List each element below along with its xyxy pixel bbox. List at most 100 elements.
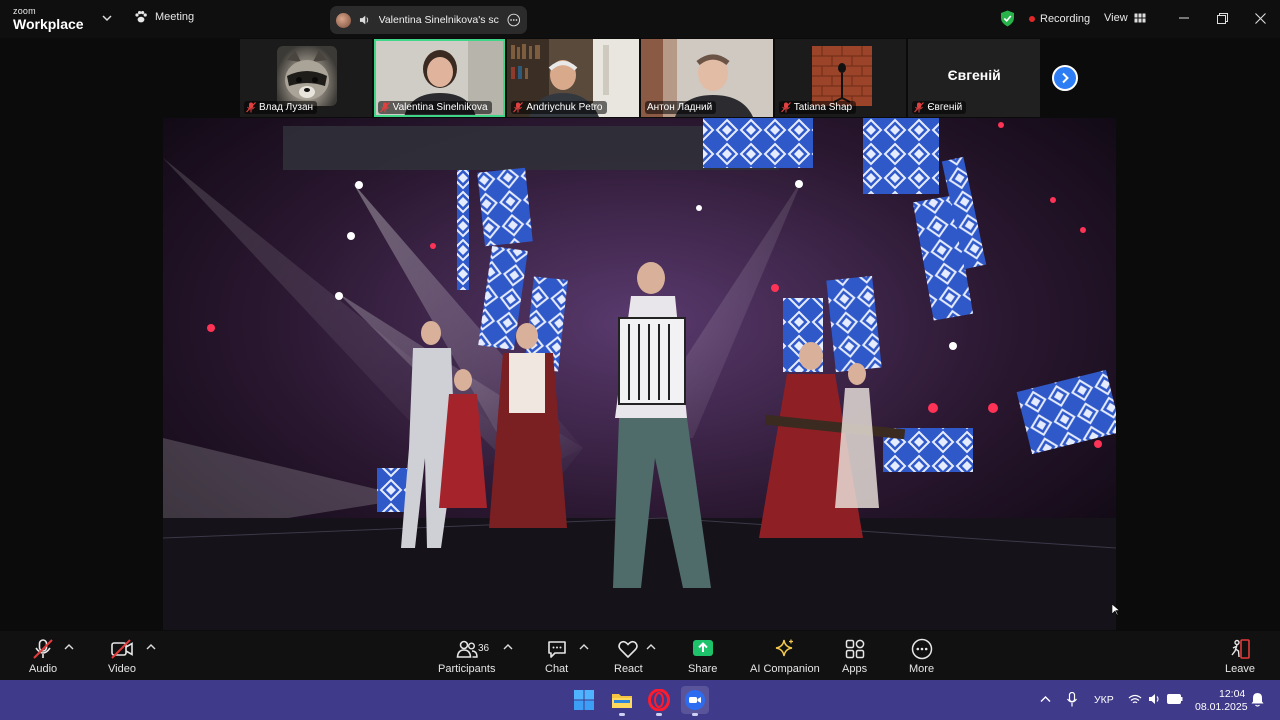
mic-muted-icon: [513, 102, 524, 113]
react-label: React: [614, 663, 643, 675]
notification-bell-icon[interactable]: [1251, 692, 1264, 707]
mic-muted-icon: [379, 102, 390, 113]
more-options-icon[interactable]: [507, 13, 521, 27]
battery-icon[interactable]: [1167, 694, 1183, 704]
raccoon-avatar: [277, 46, 337, 106]
running-indicator: [619, 713, 625, 716]
brand-big: Workplace: [13, 16, 84, 32]
running-indicator: [692, 713, 698, 716]
close-button[interactable]: [1250, 9, 1270, 27]
leave-label: Leave: [1225, 663, 1255, 675]
chat-options-caret-icon[interactable]: [579, 643, 589, 651]
participant-tile-active[interactable]: Valentina Sinelnikova: [373, 39, 506, 117]
next-page-button[interactable]: [1052, 65, 1078, 91]
wifi-icon[interactable]: [1128, 694, 1142, 705]
recording-indicator[interactable]: Recording: [1029, 13, 1090, 25]
audio-label: Audio: [29, 663, 58, 675]
microphone-stand-icon: [811, 46, 872, 106]
paw-icon: [135, 11, 147, 23]
minimize-button[interactable]: [1174, 9, 1194, 27]
chat-icon: [547, 641, 566, 658]
opera-app[interactable]: [645, 686, 673, 716]
zoom-icon: [685, 690, 705, 710]
participants-icon: [456, 640, 478, 658]
shared-screen-content: [163, 118, 1116, 630]
more-icon: [911, 638, 932, 660]
participant-name-tag: Євгеній: [912, 101, 967, 114]
restore-icon: [1216, 12, 1228, 24]
video-button[interactable]: Video: [108, 638, 136, 675]
share-label: Share: [688, 663, 718, 675]
apps-label: Apps: [842, 663, 868, 675]
video-off-icon: [111, 639, 133, 659]
participant-tile[interactable]: Tatiana Shap: [774, 39, 907, 117]
clock-date[interactable]: 08.01.2025: [1195, 701, 1248, 713]
microphone-tray-icon[interactable]: [1067, 692, 1077, 707]
participant-name-tag: Влад Лузан: [244, 101, 318, 114]
participants-options-caret-icon[interactable]: [503, 643, 513, 651]
zoom-app[interactable]: [681, 686, 709, 716]
title-bar: zoom Workplace Meeting Valentina Sinelni…: [0, 0, 1280, 38]
grid-view-icon: [1134, 13, 1146, 23]
raccoon-icon: [285, 50, 329, 100]
more-label: More: [909, 663, 935, 675]
sharer-avatar: [336, 12, 351, 28]
restore-button[interactable]: [1212, 9, 1232, 27]
participant-display-name: Євгеній: [947, 67, 1001, 83]
meeting-info-button[interactable]: Meeting: [134, 10, 194, 24]
shared-screen[interactable]: [163, 118, 1116, 630]
ai-companion-button[interactable]: AI Companion: [750, 638, 820, 675]
opera-icon: [648, 689, 670, 711]
folder-icon: [612, 694, 632, 708]
react-options-caret-icon[interactable]: [646, 643, 656, 651]
minimize-icon: [1179, 17, 1189, 19]
view-label: View: [1104, 12, 1128, 24]
mic-muted-icon: [914, 102, 925, 113]
start-button[interactable]: [570, 686, 598, 714]
chevron-right-icon: [1062, 72, 1069, 84]
audio-options-caret-icon[interactable]: [64, 643, 74, 651]
participant-tile[interactable]: Andriychuk Petro: [507, 39, 640, 117]
share-screen-icon: [692, 640, 713, 656]
recording-label: Recording: [1040, 13, 1091, 25]
chat-button[interactable]: Chat: [545, 638, 568, 675]
video-options-caret-icon[interactable]: [146, 643, 156, 651]
close-icon: [1254, 12, 1266, 24]
leave-button[interactable]: Leave: [1225, 638, 1255, 675]
ai-companion-label: AI Companion: [750, 663, 820, 675]
participants-count: 36: [478, 643, 490, 654]
volume-icon[interactable]: [1148, 693, 1161, 705]
more-button[interactable]: More: [909, 638, 934, 675]
zoom-workplace-logo: zoom Workplace: [13, 6, 84, 32]
share-label: Valentina Sinelnikova's screen: [378, 14, 500, 26]
shield-check-icon[interactable]: [1000, 10, 1015, 27]
meeting-label: Meeting: [155, 11, 195, 23]
participant-name-tag: Антон Ладний: [645, 101, 717, 114]
show-hidden-icons-chevron-icon[interactable]: [1040, 695, 1051, 703]
participant-tile[interactable]: Антон Ладний: [641, 39, 773, 117]
chevron-down-icon[interactable]: [101, 12, 113, 24]
screen-share-indicator[interactable]: Valentina Sinelnikova's screen: [330, 6, 527, 34]
participant-name-tag: Tatiana Shap: [778, 101, 857, 114]
share-button[interactable]: Share: [688, 638, 717, 675]
react-button[interactable]: React: [614, 638, 643, 675]
input-language[interactable]: УКР: [1094, 694, 1114, 706]
participants-label: Participants: [438, 663, 496, 675]
record-dot-icon: [1029, 16, 1035, 22]
participant-tile[interactable]: Євгеній Євгеній: [908, 39, 1041, 117]
file-explorer-app[interactable]: [608, 686, 636, 716]
view-button[interactable]: View: [1104, 12, 1146, 24]
apps-icon: [845, 639, 864, 659]
audio-button[interactable]: Audio: [29, 638, 57, 675]
chat-label: Chat: [545, 663, 569, 675]
participant-name-tag: Andriychuk Petro: [511, 101, 607, 114]
brand-small: zoom: [13, 6, 36, 16]
clock-time[interactable]: 12:04: [1219, 688, 1245, 700]
mic-muted-icon: [246, 102, 256, 113]
participant-tile[interactable]: Влад Лузан: [240, 39, 372, 117]
apps-button[interactable]: Apps: [842, 638, 867, 675]
running-indicator: [656, 713, 662, 716]
meeting-toolbar: Audio Video Participants 36 Chat React S…: [0, 631, 1280, 680]
heart-icon: [618, 640, 639, 659]
leave-icon: [1231, 639, 1250, 659]
